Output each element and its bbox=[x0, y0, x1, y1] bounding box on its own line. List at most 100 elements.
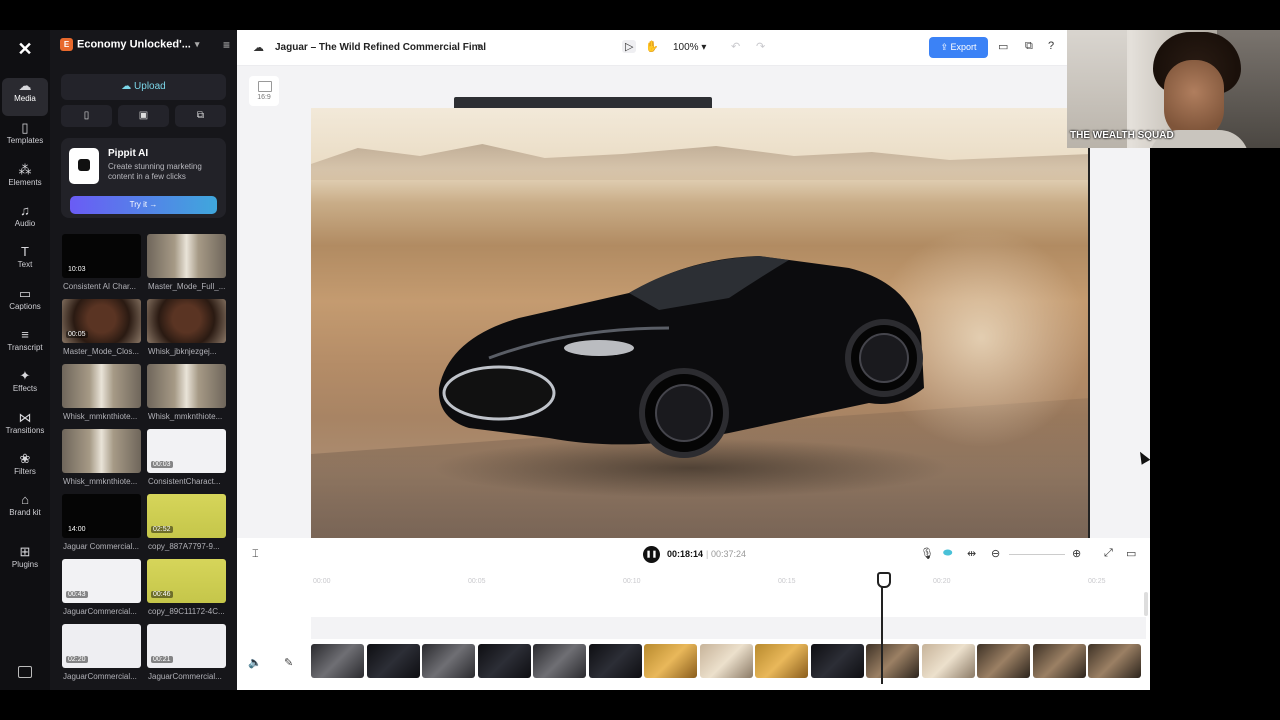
upload-button[interactable]: ☁ Upload bbox=[61, 74, 226, 100]
microphone-icon[interactable]: 🎙 bbox=[920, 547, 934, 560]
export-button[interactable]: ⇪ Export bbox=[929, 37, 988, 58]
media-thumbnail[interactable]: 00:03 bbox=[147, 429, 226, 473]
total-time: 00:37:24 bbox=[711, 549, 747, 559]
app-logo-icon[interactable]: ✕ bbox=[14, 38, 36, 60]
zoom-out-icon[interactable]: ⊖ bbox=[991, 547, 1000, 560]
video-clip[interactable] bbox=[1033, 644, 1086, 678]
media-caption: Whisk_mmknthiote... bbox=[63, 412, 138, 421]
rail-item-text[interactable]: T Text bbox=[2, 244, 48, 282]
video-clip[interactable] bbox=[533, 644, 586, 678]
media-thumbnail[interactable] bbox=[147, 364, 226, 408]
media-thumbnail[interactable]: 00:46 bbox=[147, 559, 226, 603]
video-clip[interactable] bbox=[367, 644, 420, 678]
media-duration: 00:21 bbox=[151, 656, 173, 663]
video-clip[interactable] bbox=[589, 644, 642, 678]
mute-track-icon[interactable]: 🔈 bbox=[248, 656, 262, 669]
transcript-icon: ≡ bbox=[21, 327, 29, 342]
video-clip[interactable] bbox=[1088, 644, 1141, 678]
media-thumbnail[interactable]: 02:20 bbox=[62, 624, 141, 668]
promo-text: Create stunning marketing content in a f… bbox=[108, 162, 202, 181]
zoom-in-icon[interactable]: ⊕ bbox=[1072, 547, 1081, 560]
video-clip[interactable] bbox=[311, 644, 364, 678]
media-thumbnail[interactable]: 14:00 bbox=[62, 494, 141, 538]
media-thumbnail[interactable]: 00:43 bbox=[62, 559, 141, 603]
keyboard-shortcuts-icon[interactable] bbox=[18, 666, 32, 678]
edit-track-icon[interactable]: ✎ bbox=[284, 656, 293, 669]
phone-upload-icon[interactable]: ▯ bbox=[61, 105, 112, 127]
media-thumbnail[interactable] bbox=[62, 364, 141, 408]
layout-icon[interactable]: ⧉ bbox=[1025, 40, 1033, 53]
export-label: Export bbox=[950, 42, 977, 52]
split-screen-icon[interactable]: ⇹ bbox=[967, 547, 976, 560]
present-icon[interactable]: ▭ bbox=[998, 40, 1008, 53]
record-video-icon[interactable]: ▣ bbox=[118, 105, 169, 127]
media-thumbnail[interactable]: 02:52 bbox=[147, 494, 226, 538]
transitions-icon: ⋈ bbox=[18, 410, 32, 425]
canvas-stage: 16:9 bbox=[237, 66, 1150, 538]
media-thumbnail[interactable]: 00:21 bbox=[147, 624, 226, 668]
empty-track-lane[interactable] bbox=[311, 617, 1146, 639]
video-clip[interactable] bbox=[977, 644, 1030, 678]
select-tool-icon[interactable]: ▷ bbox=[622, 40, 637, 53]
media-duration: 00:05 bbox=[66, 331, 88, 338]
video-clip[interactable] bbox=[422, 644, 475, 678]
media-thumbnail[interactable]: 00:05 bbox=[62, 299, 141, 343]
zoom-slider[interactable] bbox=[1009, 554, 1065, 555]
rail-item-filters[interactable]: ❀ Filters bbox=[2, 451, 48, 489]
video-preview[interactable] bbox=[311, 108, 1090, 538]
video-clip[interactable] bbox=[866, 644, 919, 678]
project-name: Economy Unlocked'... bbox=[77, 38, 191, 51]
playhead[interactable] bbox=[877, 572, 891, 684]
undo-icon[interactable]: ↶ bbox=[731, 40, 740, 53]
aspect-ratio-button[interactable]: 16:9 bbox=[249, 76, 279, 106]
rail-item-label: Text bbox=[17, 260, 33, 269]
auto-snap-icon[interactable]: ⬬ bbox=[943, 547, 952, 560]
rail-item-templates[interactable]: ▯ Templates bbox=[2, 120, 48, 158]
media-icon: ☁ bbox=[18, 78, 32, 93]
panel-menu-icon[interactable]: ≡ bbox=[223, 38, 230, 52]
rail-item-elements[interactable]: ⁂ Elements bbox=[2, 162, 48, 200]
video-clip[interactable] bbox=[811, 644, 864, 678]
rail-item-brand-kit[interactable]: ⌂ Brand kit bbox=[2, 492, 48, 530]
redo-icon[interactable]: ↷ bbox=[756, 40, 765, 53]
split-icon[interactable]: ⌶ bbox=[252, 548, 259, 561]
rail-item-media[interactable]: ☁ Media bbox=[2, 78, 48, 116]
ruler-tick-label: 00:15 bbox=[778, 578, 796, 585]
pause-button[interactable]: ❚❚ bbox=[643, 546, 660, 563]
hand-tool-icon[interactable]: ✋ bbox=[645, 40, 659, 53]
timeline[interactable]: 00:00 00:05 00:10 00:15 00:20 00:25 🔈 ✎ bbox=[237, 570, 1150, 690]
media-caption: copy_887A7797-9... bbox=[148, 542, 220, 551]
media-thumbnail[interactable] bbox=[147, 299, 226, 343]
project-selector[interactable]: E Economy Unlocked'... ▾ ≡ bbox=[60, 38, 230, 56]
try-it-button[interactable]: Try it → bbox=[70, 196, 217, 214]
video-clip[interactable] bbox=[700, 644, 753, 678]
timeline-settings-icon[interactable]: ▭ bbox=[1126, 547, 1136, 560]
elements-icon: ⁂ bbox=[18, 162, 32, 177]
zoom-level[interactable]: 100% ▾ bbox=[673, 42, 706, 53]
screen-record-icon[interactable]: ⧉ bbox=[175, 105, 226, 127]
video-clip[interactable] bbox=[478, 644, 531, 678]
media-thumbnail[interactable] bbox=[147, 234, 226, 278]
rail-item-plugins[interactable]: ⊞ Plugins bbox=[2, 544, 48, 582]
video-clip[interactable] bbox=[755, 644, 808, 678]
video-clip[interactable] bbox=[922, 644, 975, 678]
rail-item-captions[interactable]: ▭ Captions bbox=[2, 286, 48, 324]
timeline-scrollbar[interactable] bbox=[1144, 592, 1148, 616]
rail-item-transitions[interactable]: ⋈ Transitions bbox=[2, 410, 48, 448]
media-thumbnail[interactable] bbox=[62, 429, 141, 473]
cloud-sync-icon[interactable]: ☁ bbox=[253, 41, 264, 54]
help-icon[interactable]: ? bbox=[1048, 40, 1054, 52]
video-clip[interactable] bbox=[644, 644, 697, 678]
left-rail: ✕ ☁ Media ▯ Templates ⁂ Elements ♫ Audio T Text ▭ C… bbox=[0, 30, 50, 690]
media-duration: 02:20 bbox=[66, 656, 88, 663]
app-window: ✕ ☁ Media ▯ Templates ⁂ Elements ♫ Audio T Text ▭ C… bbox=[0, 0, 1280, 720]
rail-item-transcript[interactable]: ≡ Transcript bbox=[2, 327, 48, 365]
project-title[interactable]: Jaguar – The Wild Refined Commercial Fin… bbox=[275, 42, 486, 53]
chevron-down-icon[interactable]: ▾ bbox=[477, 41, 482, 52]
media-thumbnail[interactable]: 10:03 bbox=[62, 234, 141, 278]
fit-timeline-icon[interactable]: ⤢ bbox=[1104, 547, 1113, 560]
effects-icon: ✦ bbox=[19, 368, 31, 383]
rail-item-label: Plugins bbox=[11, 560, 39, 569]
rail-item-audio[interactable]: ♫ Audio bbox=[2, 203, 48, 241]
rail-item-effects[interactable]: ✦ Effects bbox=[2, 368, 48, 406]
